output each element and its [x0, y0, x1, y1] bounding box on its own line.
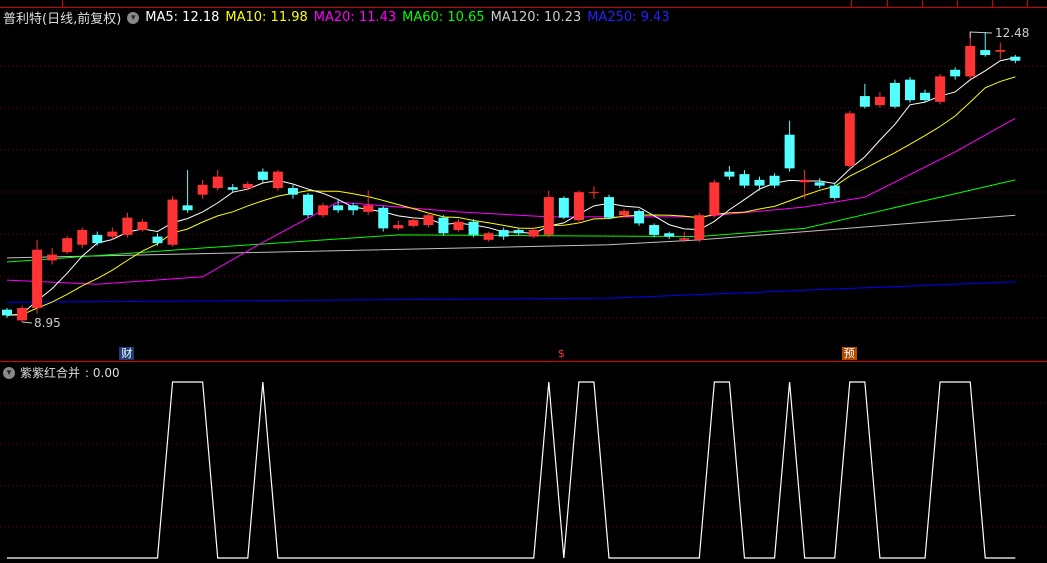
candle-up	[453, 221, 464, 230]
candle-up	[874, 96, 885, 106]
ma5-label: MA5: 12.18	[145, 10, 220, 25]
candle-down	[438, 217, 449, 234]
ma250-line	[6, 281, 1016, 303]
chevron-down-icon[interactable]: ▾	[3, 366, 15, 379]
candle-down	[513, 229, 524, 234]
candle-up	[318, 205, 329, 216]
indicator-title: 紫紫红合并	[20, 366, 81, 380]
ma250-label: MA250: 9.43	[587, 10, 670, 25]
kline-chart: 12.48 8.95	[0, 26, 1047, 559]
candle-up	[363, 205, 374, 212]
candle-up	[17, 308, 28, 321]
event-marker[interactable]: 预	[841, 347, 857, 360]
panel-divider[interactable]	[0, 361, 1047, 362]
candle-down	[724, 171, 735, 177]
candle-up	[107, 231, 118, 237]
indicator-line	[7, 381, 1016, 559]
candle-down	[649, 225, 660, 235]
low-price-label: 8.95	[34, 316, 61, 330]
indicator-value: : 0.00	[85, 365, 120, 380]
candle-up	[197, 184, 208, 195]
candle-down	[769, 175, 780, 186]
ma60-label: MA60: 10.65	[402, 10, 485, 25]
ma20-line	[6, 117, 1016, 285]
candle-up	[935, 76, 946, 102]
candle-up	[799, 179, 810, 183]
candle-down	[2, 309, 12, 316]
indicator-header: ▾ 紫紫红合并 : 0.00	[3, 364, 120, 381]
candle-up	[122, 217, 133, 235]
ma120-label: MA120: 10.23	[490, 10, 582, 25]
candle-up	[272, 171, 283, 189]
candle-up	[32, 249, 43, 309]
candle-down	[814, 182, 825, 186]
candle-up	[483, 233, 494, 240]
candle-up	[709, 182, 720, 216]
candle-down	[754, 179, 765, 186]
high-price-label: 12.48	[995, 26, 1029, 40]
candle-up	[393, 225, 404, 229]
candle-down	[1010, 56, 1021, 61]
candle-down	[348, 205, 359, 211]
candle-up	[242, 183, 253, 189]
candle-down	[92, 234, 103, 244]
candle-down	[950, 69, 961, 77]
candle-down	[498, 229, 509, 237]
candle-down	[859, 96, 870, 107]
event-marker[interactable]: 财	[119, 347, 135, 360]
candle-down	[227, 187, 238, 190]
candle-down	[920, 92, 931, 101]
candle-down	[257, 171, 268, 180]
candle-down	[664, 233, 675, 237]
candle-up	[77, 229, 88, 245]
chart-header: 普利特(日线,前复权) ▾ MA5: 12.18 MA10: 11.98 MA2…	[3, 8, 670, 27]
candle-up	[423, 215, 434, 226]
candle-down	[784, 134, 795, 169]
event-marker[interactable]: $	[556, 347, 567, 360]
candle-up	[679, 238, 690, 240]
candle-up	[619, 211, 630, 216]
candle-down	[905, 79, 915, 101]
low-pointer	[21, 321, 33, 324]
candle-up	[543, 197, 554, 235]
ma10-label: MA10: 11.98	[225, 10, 308, 25]
candle-down	[378, 207, 389, 229]
candle-down	[980, 50, 991, 56]
candle-down	[829, 185, 840, 198]
candle-down	[333, 205, 344, 211]
ma20-label: MA20: 11.43	[313, 10, 397, 25]
candle-down	[889, 82, 900, 107]
candle-up	[137, 221, 148, 230]
candle-down	[468, 221, 479, 235]
candle-up	[62, 238, 73, 253]
candle-up	[995, 50, 1006, 52]
candle-down	[182, 205, 193, 211]
candle-down	[604, 197, 614, 218]
candle-down	[634, 211, 645, 224]
candle-up	[844, 113, 855, 166]
candle-up	[588, 192, 599, 194]
stock-title: 普利特(日线,前复权)	[3, 12, 122, 27]
candle-up	[694, 215, 705, 240]
chevron-down-icon[interactable]: ▾	[127, 11, 140, 24]
candle-up	[167, 199, 178, 245]
candle-down	[303, 194, 313, 216]
candle-up	[965, 45, 976, 77]
candle-up	[528, 229, 539, 237]
candle-down	[287, 188, 298, 195]
candle-down	[558, 197, 569, 218]
candle-up	[408, 220, 419, 226]
candle-up	[573, 192, 584, 221]
candle-down	[152, 236, 163, 244]
high-pointer	[969, 31, 993, 38]
candle-up	[212, 176, 223, 189]
candle-up	[47, 254, 58, 261]
candle-down	[739, 174, 750, 186]
